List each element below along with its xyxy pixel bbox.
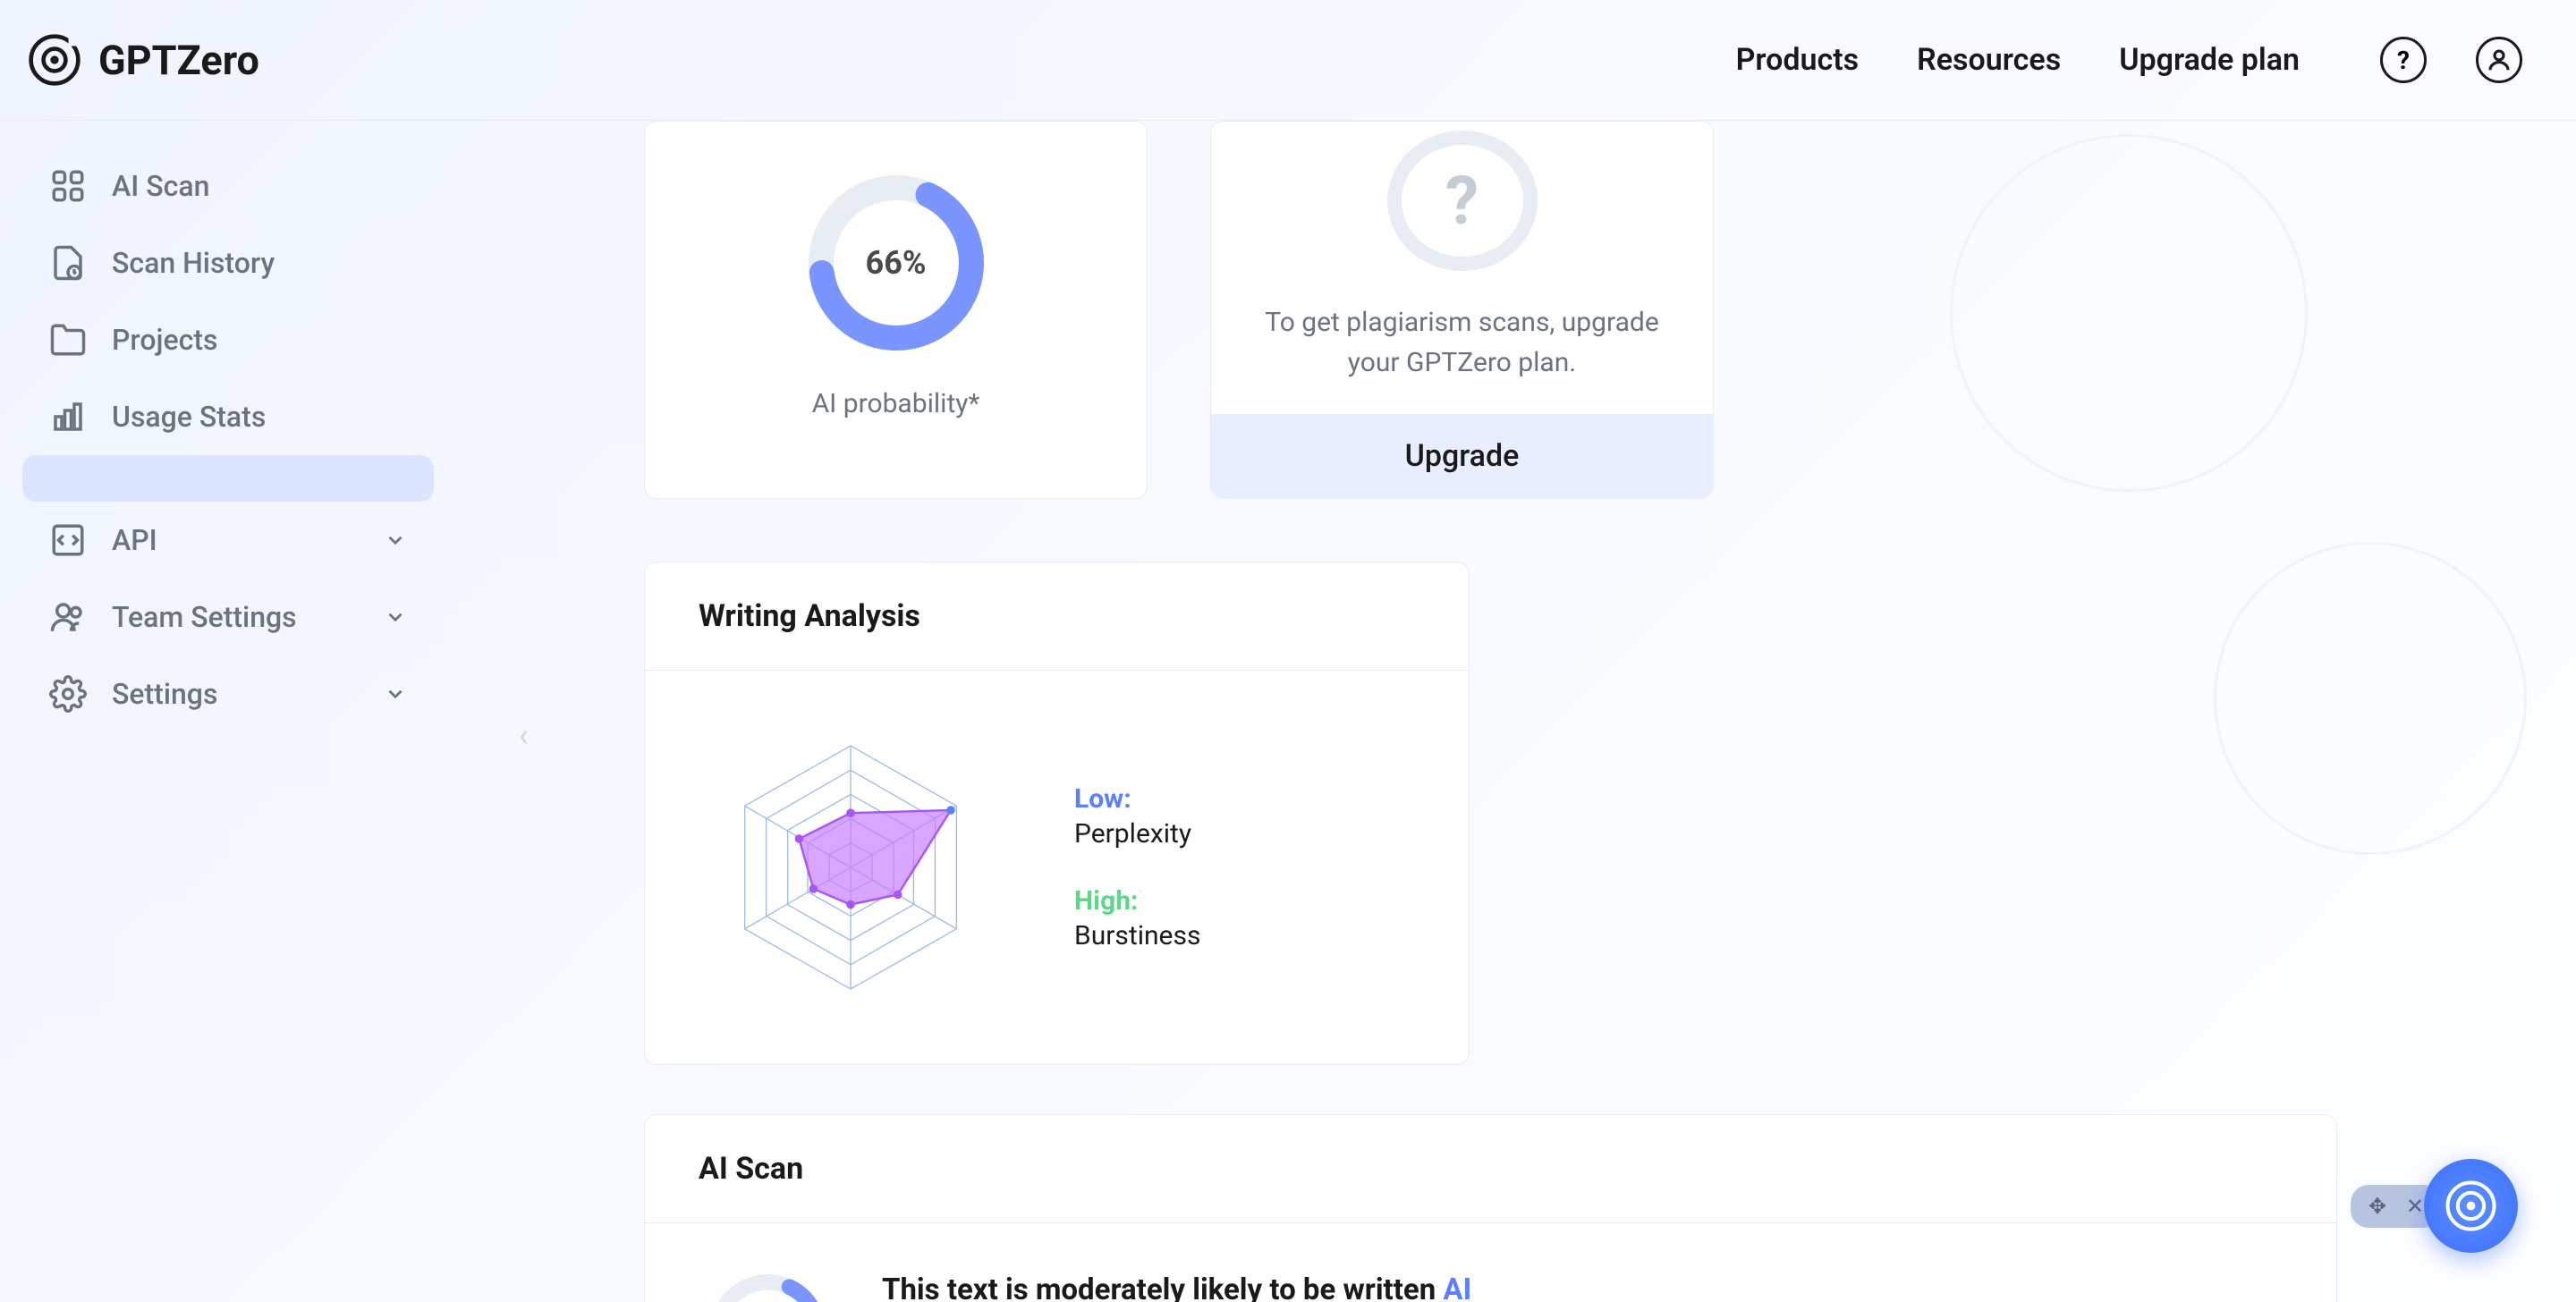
chevron-down-icon [384,682,407,706]
brand-text: GPTZero [98,37,259,84]
team-icon [49,598,87,636]
header: GPTZero Products Resources Upgrade plan … [0,0,2576,121]
writing-analysis-title: Writing Analysis [699,598,1415,634]
sidebar-item-label: Usage Stats [112,400,266,434]
floating-action-button[interactable] [2424,1159,2518,1253]
main-content: 66% AI probability* ? To get plagiarism … [456,121,2576,1302]
sidebar-item-ai-scan[interactable]: AI Scan [22,148,434,224]
nav-resources[interactable]: Resources [1917,42,2061,78]
plagiarism-text: To get plagiarism scans, upgrade your GP… [1211,302,1713,383]
probability-ring: 66% [807,173,986,352]
high-label: High: [1074,885,1200,917]
plagiarism-card: ? To get plagiarism scans, upgrade your … [1210,121,1714,499]
high-metric: Burstiness [1074,920,1200,951]
upgrade-button[interactable]: Upgrade [1211,414,1713,498]
writing-analysis-card: Writing Analysis [644,562,1470,1065]
help-icon[interactable]: ? [2380,37,2427,83]
nav-upgrade[interactable]: Upgrade plan [2119,42,2300,78]
profile-icon[interactable] [2476,37,2522,83]
ai-scan-ring: 66% [708,1272,828,1302]
code-icon [49,521,87,559]
ai-scan-title: AI Scan [699,1151,2283,1187]
move-icon[interactable]: ✥ [2363,1192,2392,1221]
folder-icon [49,321,87,359]
question-icon: ? [1387,131,1538,271]
floating-widget: ✥ ✕ [2351,1159,2518,1253]
sidebar-item-active[interactable] [22,455,434,502]
chevron-down-icon [384,605,407,629]
low-label: Low: [1074,783,1200,815]
sidebar-item-label: Settings [112,677,217,711]
brand-icon [27,32,82,88]
chart-icon [49,398,87,435]
header-nav: Products Resources Upgrade plan ? [1736,37,2522,83]
low-metric: Perplexity [1074,818,1200,850]
nav-products[interactable]: Products [1736,42,1860,78]
gear-icon [49,675,87,713]
sidebar-item-projects[interactable]: Projects [22,301,434,378]
sidebar-item-usage-stats[interactable]: Usage Stats [22,378,434,455]
grid-icon [49,167,87,205]
sidebar-item-label: AI Scan [112,169,209,203]
sidebar-item-settings[interactable]: Settings [22,655,434,732]
sidebar-item-api[interactable]: API [22,502,434,579]
sidebar-item-label: Scan History [112,246,275,280]
sidebar-item-label: API [112,523,157,557]
sidebar: AI Scan Scan History Projects Usage Stat… [0,121,456,1302]
sidebar-item-label: Team Settings [112,600,297,634]
probability-label: AI probability* [812,388,980,419]
sidebar-item-team-settings[interactable]: Team Settings [22,579,434,655]
chevron-down-icon [384,528,407,552]
sidebar-item-label: Projects [112,323,218,357]
probability-percent: 66% [866,244,927,282]
logo[interactable]: GPTZero [27,32,259,88]
history-icon [49,244,87,282]
ai-scan-headline: This text is moderately likely to be wri… [882,1272,2274,1302]
ai-scan-card: AI Scan 66% This text is moderately like… [644,1114,2337,1302]
sidebar-item-scan-history[interactable]: Scan History [22,224,434,301]
radar-chart [708,715,994,1019]
ai-probability-card: 66% AI probability* [644,121,1148,499]
